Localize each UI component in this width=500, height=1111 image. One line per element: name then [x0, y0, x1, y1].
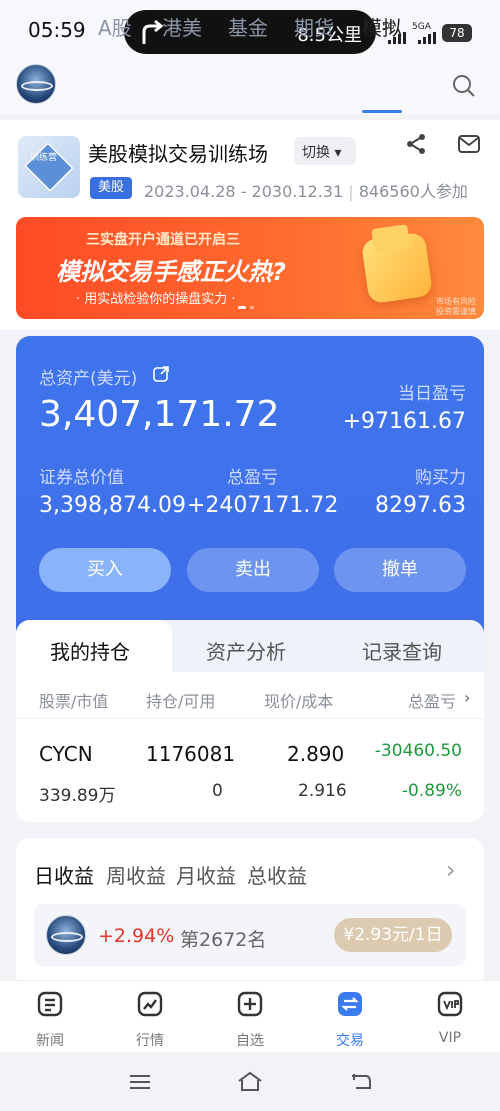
- chevron-right-icon[interactable]: ›: [446, 856, 456, 884]
- trade-exchange-icon: [338, 992, 362, 1016]
- total-assets-label: 总资产(美元): [39, 369, 138, 389]
- securities-value-label: 证券总价值: [39, 468, 124, 488]
- tab-weekly-earnings[interactable]: 周收益: [106, 860, 166, 889]
- home-icon[interactable]: [236, 1070, 264, 1092]
- row-total-pl: -30460.50: [374, 741, 462, 761]
- nav-news[interactable]: 新闻: [0, 990, 100, 1050]
- signal-bars-icon: [418, 32, 436, 44]
- menu-icon[interactable]: [128, 1072, 152, 1092]
- nav-vip[interactable]: VIP: [400, 990, 500, 1046]
- search-icon[interactable]: [452, 74, 476, 98]
- current-price: 2.890: [287, 742, 345, 766]
- clock: 05:59: [28, 18, 86, 42]
- vip-icon: [437, 991, 463, 1017]
- rank-avatar: [46, 915, 86, 955]
- col-stock-mv: 股票/市值: [39, 692, 109, 711]
- nav-market[interactable]: 行情: [100, 990, 200, 1050]
- battery-indicator: 78: [442, 24, 472, 42]
- total-assets-value: 3,407,171.72: [39, 394, 280, 435]
- tab-monthly-earnings[interactable]: 月收益: [176, 860, 236, 889]
- contest-period: 2023.04.28 - 2030.12.31 | 846560人参加: [144, 182, 468, 201]
- daily-pl-label: 当日盈亏: [398, 384, 466, 404]
- external-link-icon[interactable]: [152, 365, 170, 383]
- active-tab-indicator: [362, 110, 402, 113]
- buying-power-value: 8297.63: [375, 493, 466, 518]
- market-value: 339.89万: [39, 786, 116, 806]
- total-pl-label: 总盈亏: [227, 468, 278, 488]
- nav-watchlist[interactable]: 自选: [200, 990, 300, 1050]
- banner-subtitle: · 用实战检验你的操盘实力 ·: [76, 292, 236, 307]
- cancel-order-button[interactable]: 撤单: [334, 548, 466, 592]
- tab-my-positions[interactable]: 我的持仓: [50, 636, 130, 665]
- buy-button[interactable]: 买入: [39, 548, 171, 592]
- col-position: 持仓/可用: [146, 692, 216, 711]
- sell-button[interactable]: 卖出: [187, 548, 319, 592]
- available-qty: 0: [212, 781, 223, 801]
- tab-futures[interactable]: 期货: [294, 12, 334, 41]
- position-qty: 1176081: [146, 742, 236, 766]
- daily-pl-value: +97161.67: [342, 409, 466, 434]
- tab-a-shares[interactable]: A股: [98, 12, 132, 41]
- chevron-right-icon[interactable]: ›: [464, 688, 470, 707]
- nav-trade[interactable]: 交易: [300, 990, 400, 1050]
- tab-daily-earnings[interactable]: 日收益: [34, 860, 94, 889]
- news-icon: [37, 991, 63, 1017]
- col-total-pl: 总盈亏: [408, 692, 457, 711]
- tab-hk-us[interactable]: 港美: [162, 12, 202, 41]
- row-total-pl-pct: -0.89%: [401, 781, 462, 801]
- price-pill[interactable]: ¥2.93元/1日: [334, 918, 452, 952]
- tab-total-earnings[interactable]: 总收益: [247, 860, 307, 889]
- rank-position: 第2672名: [180, 929, 267, 951]
- tab-funds[interactable]: 基金: [228, 12, 268, 41]
- tab-asset-analysis[interactable]: 资产分析: [206, 636, 286, 665]
- carousel-dot-active: [238, 306, 246, 309]
- tab-records[interactable]: 记录查询: [362, 636, 442, 665]
- user-avatar[interactable]: [16, 64, 56, 104]
- buying-power-label: 购买力: [415, 468, 466, 488]
- share-icon[interactable]: [404, 132, 428, 156]
- banner-kicker: 三实盘开户通道已开启三: [86, 232, 240, 248]
- divider: [16, 718, 484, 719]
- back-icon[interactable]: [348, 1070, 374, 1092]
- col-price-cost: 现价/成本: [264, 692, 334, 711]
- total-pl-value: +2407171.72: [187, 493, 339, 518]
- cost-price: 2.916: [298, 781, 347, 801]
- daily-return-pct: +2.94%: [98, 925, 175, 947]
- contest-thumbnail: 训练营: [18, 136, 80, 198]
- participants-count: 846560人参加: [358, 182, 468, 201]
- stock-symbol: CYCN: [39, 742, 93, 766]
- contest-title: 美股模拟交易训练场: [88, 142, 268, 166]
- chart-icon: [137, 991, 163, 1017]
- wallet-icon: [360, 224, 434, 305]
- tab-simulation[interactable]: 模拟: [362, 12, 402, 41]
- switch-button[interactable]: 切换 ▾: [294, 137, 356, 165]
- mail-icon[interactable]: [457, 133, 481, 155]
- plus-square-icon: [237, 991, 263, 1017]
- banner-headline: 模拟交易手感正火热?: [56, 258, 286, 286]
- top-nav: [0, 60, 500, 114]
- banner-disclaimer: 市场有风险 投资需谨慎: [436, 297, 476, 316]
- carousel-dot: [250, 306, 254, 309]
- market-badge: 美股: [90, 177, 132, 199]
- signal-5ga-label: 5GA: [412, 22, 431, 32]
- securities-value: 3,398,874.09: [39, 493, 186, 518]
- caret-down-icon: ▾: [334, 145, 342, 161]
